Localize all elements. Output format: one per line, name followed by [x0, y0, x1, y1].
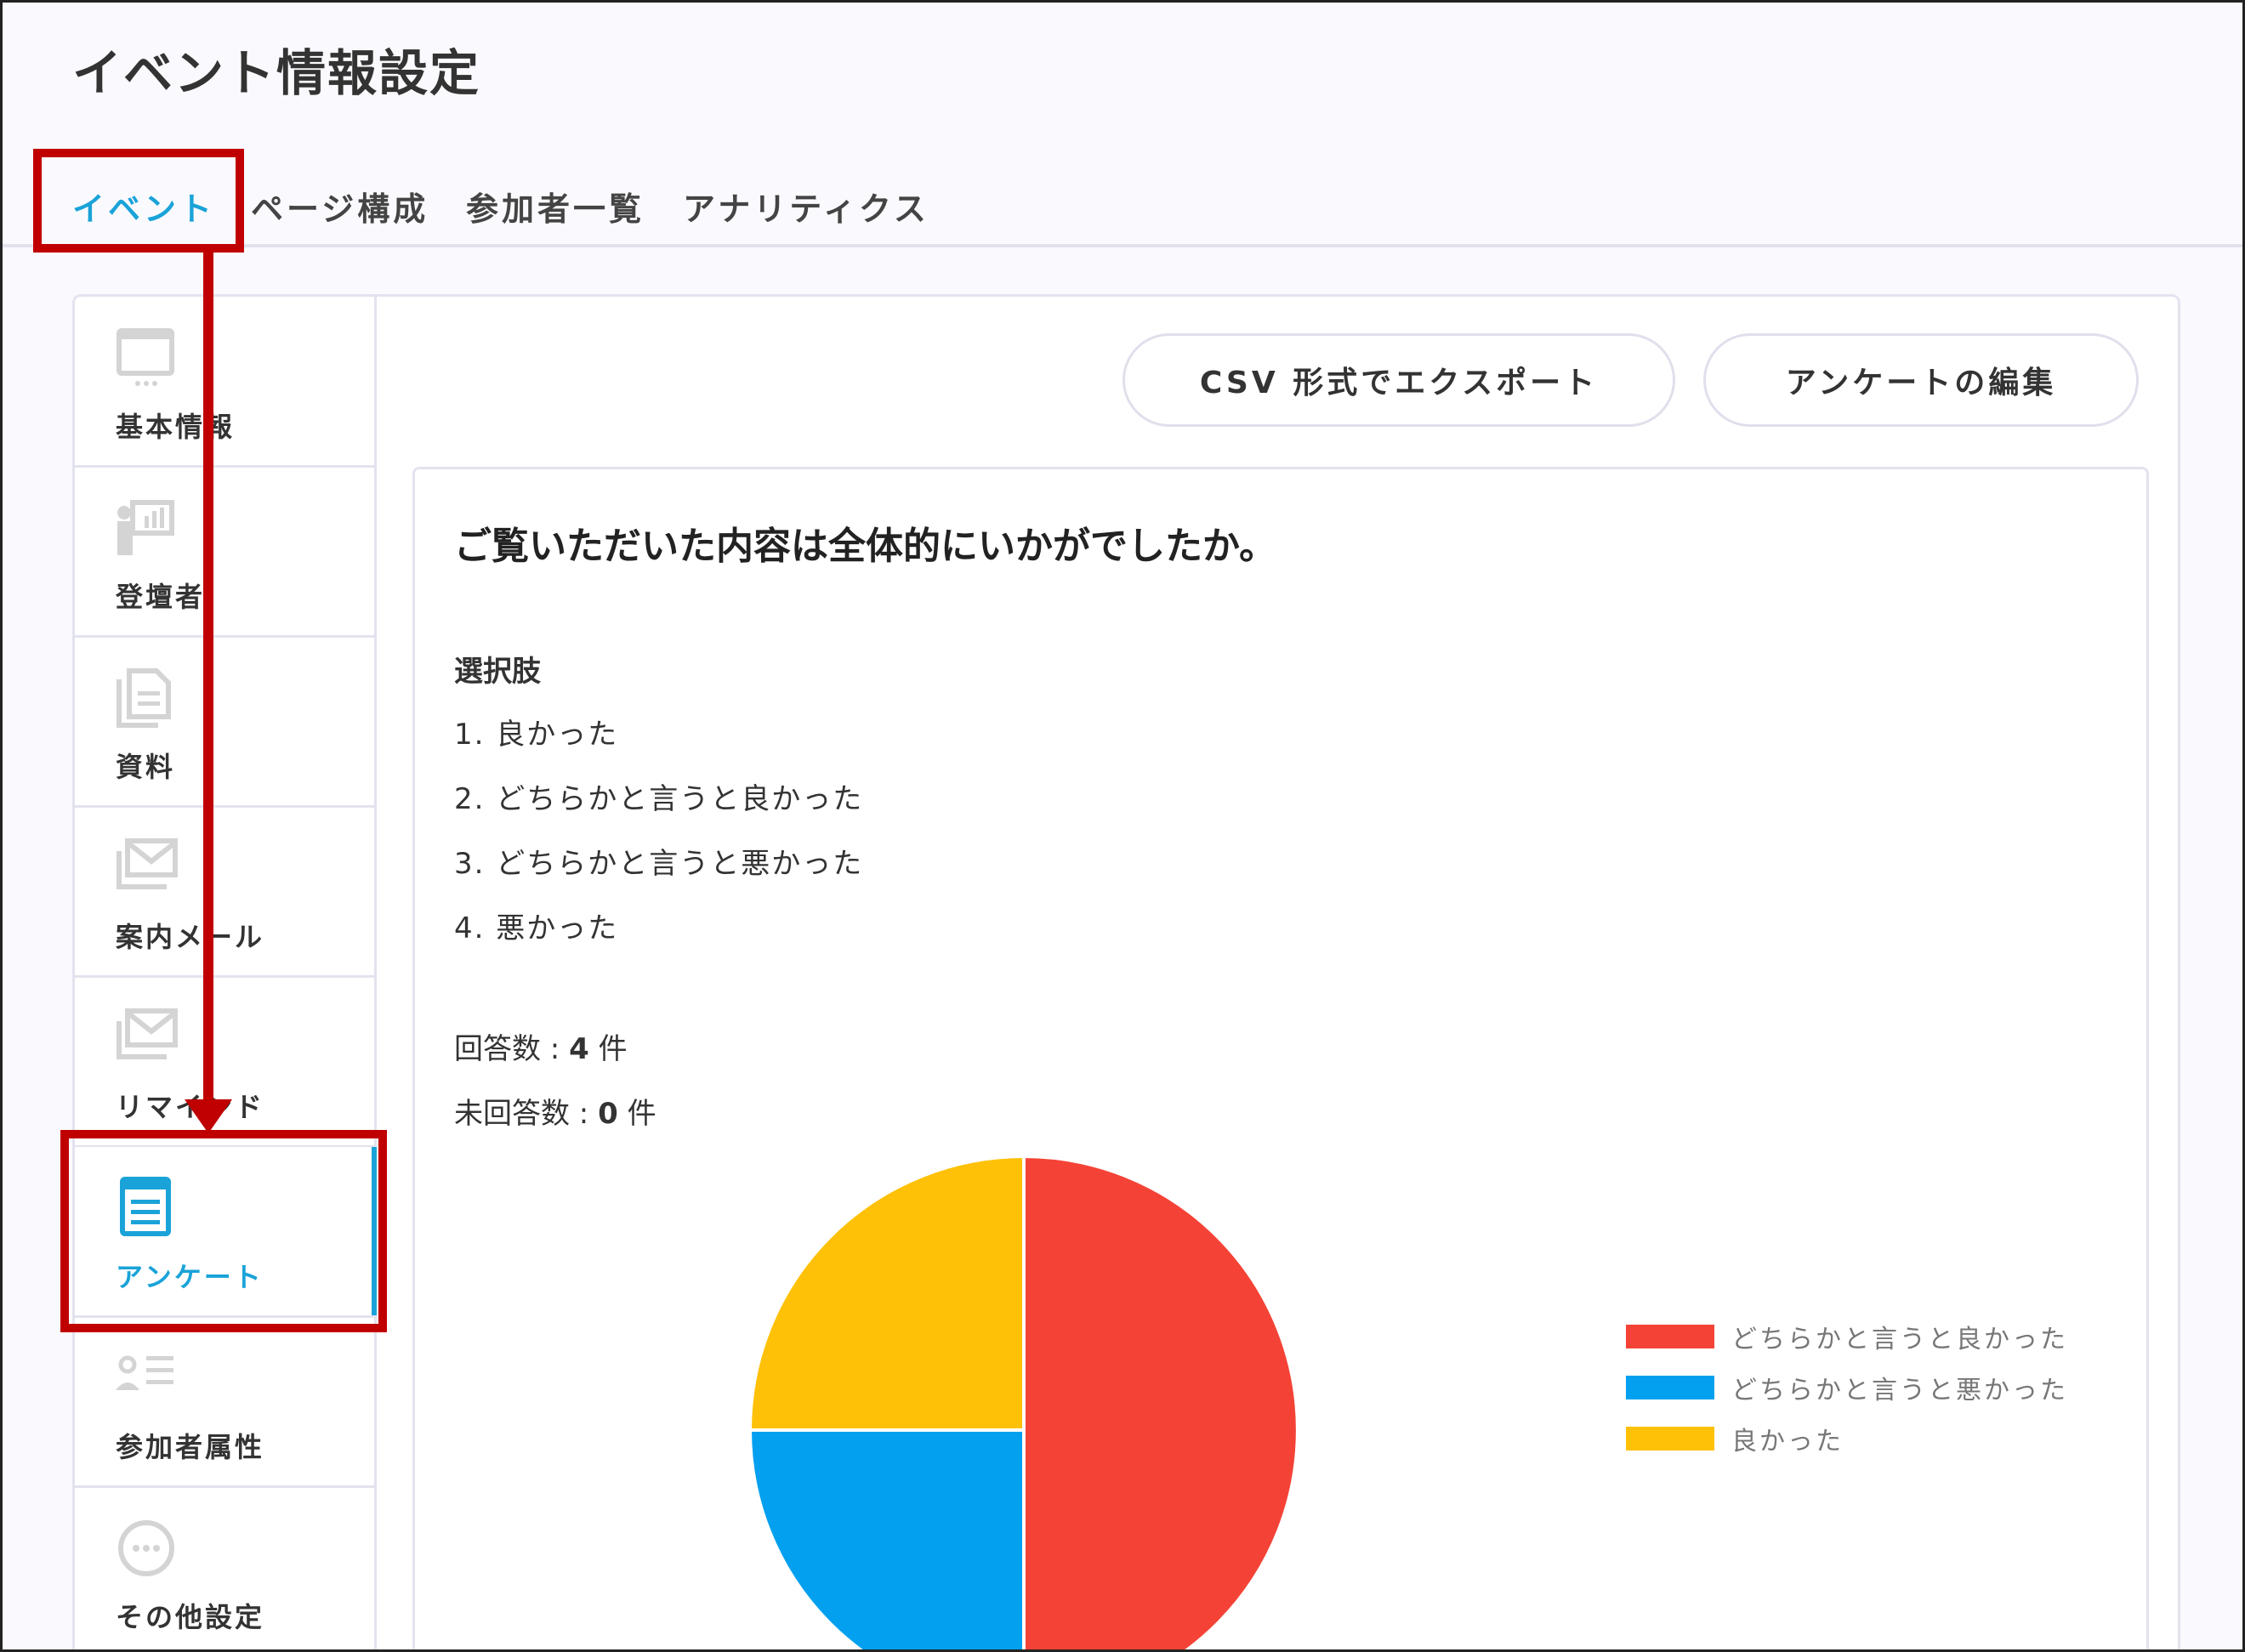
annotation-arrow: [185, 253, 232, 1133]
app-window: イベント情報設定 イベント ページ構成 参加者一覧 アナリティクス 基本情報 登…: [0, 0, 2245, 1652]
